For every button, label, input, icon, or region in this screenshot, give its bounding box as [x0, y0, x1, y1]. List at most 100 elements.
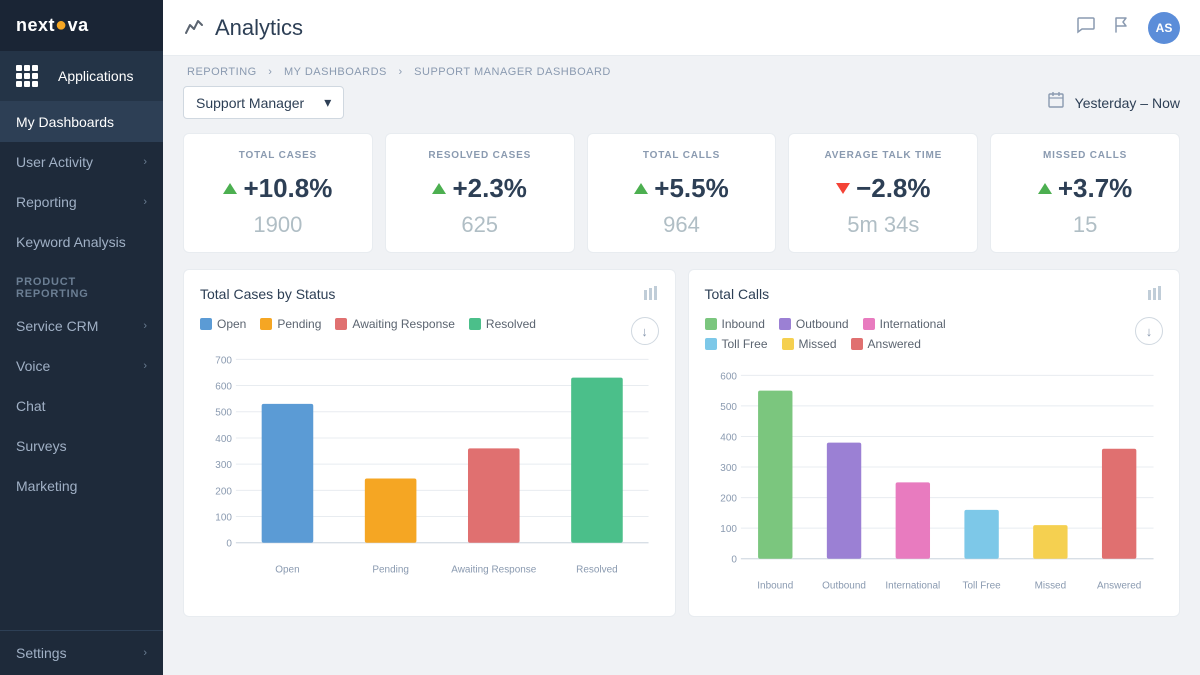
kpi-value-4: 15 — [1005, 212, 1165, 238]
dashboard-header: Support Manager ▾ Yesterday – Now — [183, 86, 1180, 119]
legend-item-inbound: Inbound — [705, 317, 765, 331]
legend-label: Toll Free — [722, 337, 768, 351]
kpi-arrow-1 — [432, 183, 446, 194]
legend-dot — [863, 318, 875, 330]
svg-text:500: 500 — [720, 402, 737, 413]
legend-dot — [782, 338, 794, 350]
legend-dot — [469, 318, 481, 330]
breadcrumb-current: SUPPORT MANAGER DASHBOARD — [414, 66, 611, 78]
legend-label: Answered — [868, 337, 921, 351]
kpi-label-4: Missed Calls — [1005, 150, 1165, 161]
sidebar-item-user-activity[interactable]: User Activity› — [0, 142, 163, 182]
avatar[interactable]: AS — [1148, 12, 1180, 44]
chart1-bar-icon — [643, 286, 659, 305]
kpi-card-0: Total Cases+10.8%1900 — [183, 133, 373, 253]
chart2-title: Total Calls — [705, 286, 770, 302]
breadcrumb-sep1: › — [268, 66, 272, 78]
settings-chevron: › — [143, 647, 147, 659]
chart2-area: 0100200300400500600InboundOutboundIntern… — [705, 365, 1164, 600]
kpi-arrow-3 — [836, 183, 850, 194]
svg-text:200: 200 — [720, 494, 737, 505]
chart-total-calls: Total Calls InboundOutboundInternational… — [688, 269, 1181, 617]
logo: next●va — [0, 0, 163, 51]
chart2-download[interactable]: ↓ — [1135, 317, 1163, 345]
kpi-card-3: Average Talk Time−2.8%5m 34s — [788, 133, 978, 253]
chart1-download[interactable]: ↓ — [631, 317, 659, 345]
legend-label: Outbound — [796, 317, 849, 331]
date-range[interactable]: Yesterday – Now — [1047, 91, 1180, 114]
chart1-header: Total Cases by Status — [200, 286, 659, 305]
legend-dot — [335, 318, 347, 330]
kpi-card-1: Resolved Cases+2.3%625 — [385, 133, 575, 253]
kpi-card-2: Total Calls+5.5%964 — [587, 133, 777, 253]
chart2-header: Total Calls — [705, 286, 1164, 305]
kpi-change-3: −2.8% — [803, 173, 963, 204]
sidebar: next●va Applications My Dashboards User A… — [0, 0, 163, 675]
sidebar-item-label-chat: Chat — [16, 398, 46, 414]
sidebar-chevron-reporting: › — [143, 196, 147, 208]
svg-text:Toll Free: Toll Free — [962, 581, 1001, 592]
sidebar-item-label-my-dashboards: My Dashboards — [16, 114, 114, 130]
legend-item-missed: Missed — [782, 337, 837, 351]
svg-text:600: 600 — [720, 371, 737, 382]
sidebar-item-reporting[interactable]: Reporting› — [0, 182, 163, 222]
main-content: Analytics AS REPORTING › MY DASHBOARDS ›… — [163, 0, 1200, 675]
svg-text:Inbound: Inbound — [757, 581, 793, 592]
svg-text:Open: Open — [275, 565, 299, 576]
sidebar-item-my-dashboards[interactable]: My Dashboards — [0, 102, 163, 142]
sidebar-item-label-marketing: Marketing — [16, 478, 77, 494]
sidebar-item-service-crm[interactable]: Service CRM› — [0, 306, 163, 346]
kpi-change-2: +5.5% — [602, 173, 762, 204]
kpi-value-1: 625 — [400, 212, 560, 238]
legend-item-open: Open — [200, 317, 246, 331]
svg-text:0: 0 — [226, 539, 232, 550]
date-range-label: Yesterday – Now — [1075, 95, 1180, 111]
kpi-change-4: +3.7% — [1005, 173, 1165, 204]
apps-label: Applications — [58, 68, 134, 84]
kpi-card-4: Missed Calls +3.7% 15 — [990, 133, 1180, 253]
dashboard-select-label: Support Manager — [196, 95, 304, 111]
sidebar-chevron-user-activity: › — [143, 156, 147, 168]
sidebar-item-voice[interactable]: Voice› — [0, 346, 163, 386]
sidebar-nav: My Dashboards User Activity›Reporting›Key… — [0, 102, 163, 630]
kpi-pct-1: +2.3% — [452, 173, 526, 204]
charts-row: Total Cases by Status OpenPendingAwaitin… — [183, 269, 1180, 617]
sidebar-item-keyword-analysis[interactable]: Keyword Analysis — [0, 222, 163, 262]
sidebar-item-label-surveys: Surveys — [16, 438, 67, 454]
legend-label: Pending — [277, 317, 321, 331]
analytics-icon — [183, 14, 205, 42]
legend-dot — [779, 318, 791, 330]
kpi-value-0: 1900 — [198, 212, 358, 238]
breadcrumb-sep2: › — [398, 66, 402, 78]
kpi-label-2: Total Calls — [602, 150, 762, 161]
svg-text:0: 0 — [731, 555, 737, 566]
legend-dot — [705, 318, 717, 330]
legend-dot — [705, 338, 717, 350]
svg-text:300: 300 — [720, 463, 737, 474]
legend-item-resolved: Resolved — [469, 317, 536, 331]
svg-text:100: 100 — [720, 524, 737, 535]
sidebar-item-chat[interactable]: Chat — [0, 386, 163, 426]
kpi-label-3: Average Talk Time — [803, 150, 963, 161]
svg-text:400: 400 — [720, 432, 737, 443]
chat-icon[interactable] — [1076, 15, 1096, 40]
dropdown-chevron: ▾ — [324, 94, 331, 111]
svg-text:300: 300 — [215, 460, 232, 471]
kpi-pct-4: +3.7% — [1058, 173, 1132, 204]
kpi-pct-2: +5.5% — [654, 173, 728, 204]
legend-item-pending: Pending — [260, 317, 321, 331]
settings-item[interactable]: Settings › — [0, 630, 163, 675]
dashboard-select[interactable]: Support Manager ▾ — [183, 86, 344, 119]
apps-menu[interactable]: Applications — [0, 51, 163, 102]
sidebar-item-marketing[interactable]: Marketing — [0, 466, 163, 506]
sidebar-section-header-product-reporting-header: Product Reporting — [0, 262, 163, 306]
legend-item-toll-free: Toll Free — [705, 337, 768, 351]
legend-dot — [851, 338, 863, 350]
topbar-left: Analytics — [183, 14, 303, 42]
flag-icon[interactable] — [1112, 15, 1132, 40]
legend-label: Resolved — [486, 317, 536, 331]
sidebar-item-surveys[interactable]: Surveys — [0, 426, 163, 466]
kpi-arrow-4 — [1038, 183, 1052, 194]
calendar-icon — [1047, 91, 1065, 114]
legend-dot — [260, 318, 272, 330]
